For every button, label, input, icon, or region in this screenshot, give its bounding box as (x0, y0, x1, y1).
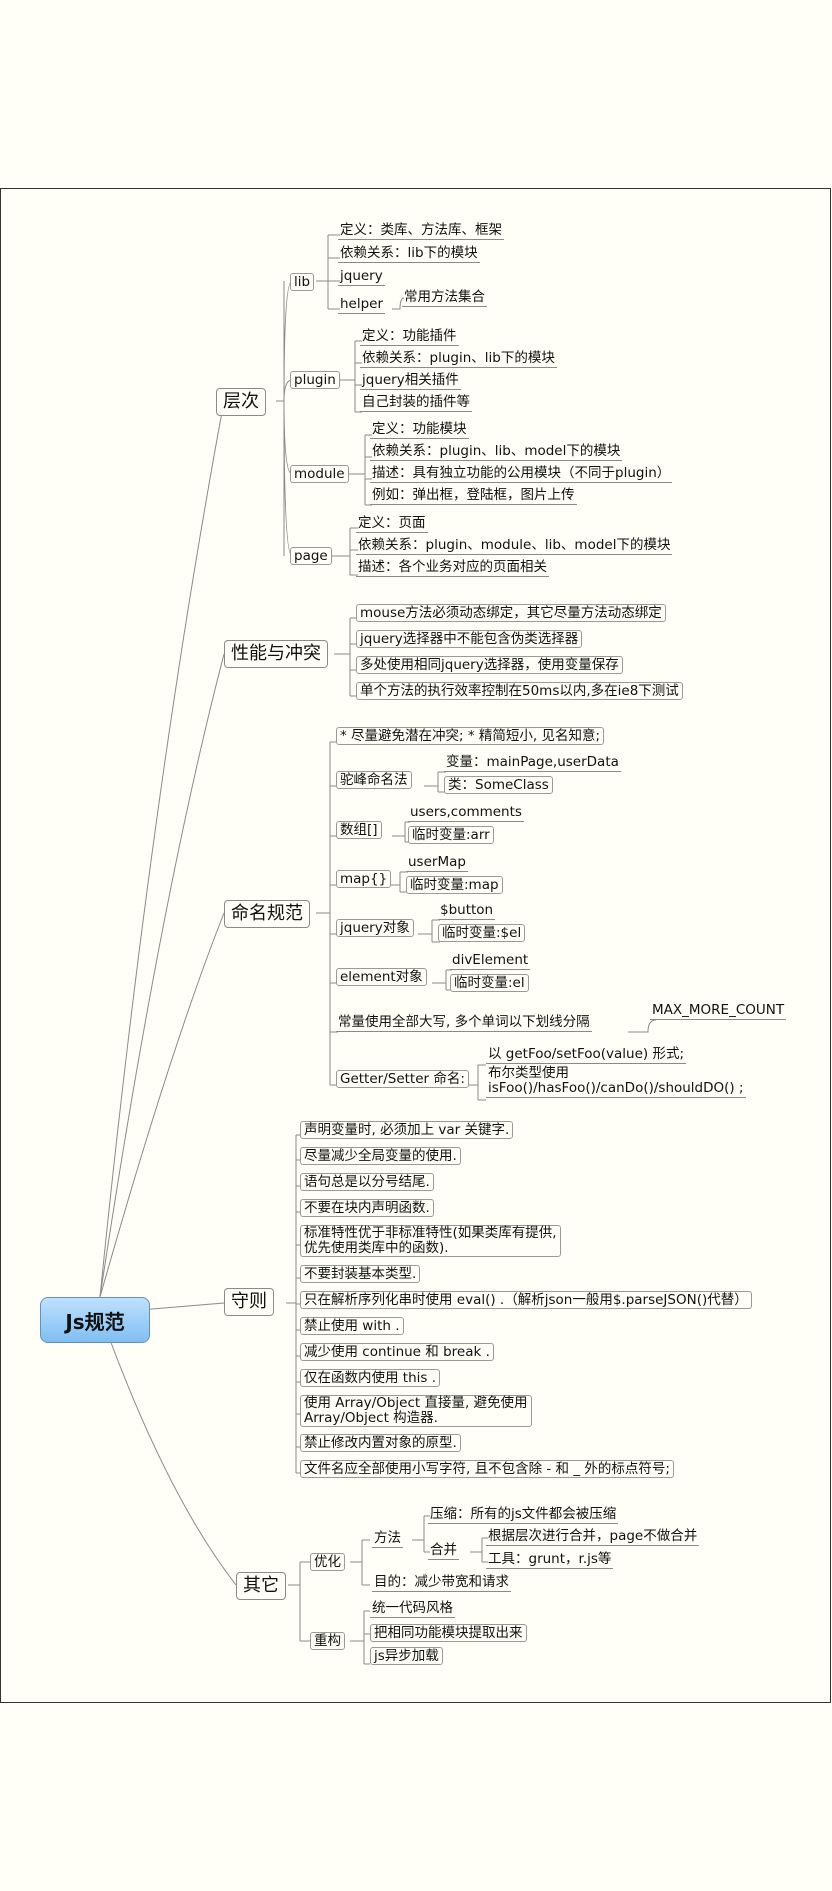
node-lib[interactable]: lib (290, 273, 315, 291)
youhua-item: 压缩：所有的js文件都会被压缩 (428, 1506, 619, 1524)
xingneng-item: mouse方法必须动态绑定，其它尽量方法动态绑定 (356, 604, 666, 622)
plugin-item: jquery相关插件 (360, 372, 461, 390)
chonggou-item: 统一代码风格 (370, 1600, 455, 1618)
naming-item-line: isFoo()/hasFoo()/canDo()/shouldDO() ; (488, 1080, 744, 1096)
page-item: 描述：各个业务对应的页面相关 (356, 559, 549, 577)
rule-item: 仅在函数内使用 this . (300, 1369, 441, 1387)
page-item: 定义：页面 (356, 515, 428, 533)
xingneng-item: 多处使用相同jquery选择器，使用变量保存 (356, 656, 623, 674)
module-item: 例如：弹出框，登陆框，图片上传 (370, 487, 577, 505)
naming-getter: Getter/Setter 命名: (336, 1070, 469, 1088)
page-item: 依赖关系：plugin、module、lib、model下的模块 (356, 537, 673, 555)
node-module[interactable]: module (290, 465, 349, 483)
naming-map: map{} (336, 870, 392, 888)
naming-element: element对象 (336, 968, 427, 986)
node-fangfa: 方法 (372, 1530, 403, 1548)
naming-item: 以 getFoo/setFoo(value) 形式; (486, 1046, 686, 1064)
lib-item: 定义：类库、方法库、框架 (338, 222, 504, 240)
naming-item: 临时变量:map (406, 876, 503, 894)
lib-item: 常用方法集合 (402, 289, 487, 307)
naming-item: 临时变量:$el (438, 924, 526, 942)
chonggou-item: js异步加载 (370, 1647, 443, 1665)
rule-line: 使用 Array/Object 直接量, 避免使用 (304, 1395, 528, 1411)
youhua-item: 根据层次进行合并，page不做合并 (486, 1528, 700, 1546)
node-chonggou[interactable]: 重构 (310, 1632, 345, 1650)
branch-mingming[interactable]: 命名规范 (224, 900, 310, 928)
plugin-item: 定义：功能插件 (360, 328, 459, 346)
rule-line: Array/Object 构造器. (304, 1410, 438, 1426)
naming-item: 临时变量:el (450, 974, 529, 992)
naming-item: MAX_MORE_COUNT (650, 1002, 787, 1020)
rule-item: 不要在块内声明函数. (300, 1199, 434, 1217)
rule-item: 尽量减少全局变量的使用. (300, 1147, 461, 1165)
youhua-item: 目的：减少带宽和请求 (372, 1574, 511, 1592)
naming-principle: * 尽量避免潜在冲突; * 精简短小, 见名知意; (336, 727, 605, 745)
naming-item: 临时变量:arr (408, 826, 494, 844)
naming-item: 类：SomeClass (444, 776, 553, 794)
module-item: 定义：功能模块 (370, 421, 469, 439)
rule-line: 优先使用类库中的函数). (304, 1240, 449, 1256)
naming-item: $button (438, 902, 496, 920)
branch-shouze[interactable]: 守则 (224, 1288, 274, 1316)
youhua-item: 合并 (428, 1542, 459, 1560)
rule-item: 语句总是以分号结尾. (300, 1173, 434, 1191)
branch-cengci[interactable]: 层次 (216, 388, 266, 416)
rule-item: 声明变量时, 必须加上 var 关键字. (300, 1121, 514, 1139)
naming-item: divElement (450, 952, 531, 970)
naming-camel: 驼峰命名法 (336, 771, 412, 789)
xingneng-item: 单个方法的执行效率控制在50ms以内,多在ie8下测试 (356, 682, 683, 700)
rule-item: 减少使用 continue 和 break . (300, 1343, 494, 1361)
module-item: 依赖关系：plugin、lib、model下的模块 (370, 443, 623, 461)
xingneng-item: jquery选择器中不能包含伪类选择器 (356, 630, 583, 648)
rule-item: 只在解析序列化串时使用 eval() .（解析json一般用$.parseJSO… (300, 1291, 752, 1309)
node-youhua[interactable]: 优化 (310, 1553, 345, 1571)
naming-item: 变量：mainPage,userData (444, 754, 621, 772)
naming-array: 数组[] (336, 821, 382, 839)
module-item: 描述：具有独立功能的公用模块（不同于plugin） (370, 465, 673, 483)
rule-item: 使用 Array/Object 直接量, 避免使用 Array/Object 构造… (300, 1395, 532, 1427)
rule-item: 禁止修改内置对象的原型. (300, 1434, 461, 1452)
chonggou-item: 把相同功能模块提取出来 (370, 1624, 527, 1642)
naming-constant: 常量使用全部大写, 多个单词以下划线分隔 (336, 1014, 592, 1032)
naming-item: userMap (406, 854, 468, 872)
rule-item: 不要封装基本类型. (300, 1265, 421, 1283)
naming-item: users,comments (408, 804, 524, 822)
plugin-item: 自己封装的插件等 (360, 394, 472, 412)
plugin-item: 依赖关系：plugin、lib下的模块 (360, 350, 557, 368)
branch-xingneng[interactable]: 性能与冲突 (224, 640, 328, 668)
naming-item-line: 布尔类型使用 (488, 1065, 569, 1081)
lib-item: jquery (338, 268, 385, 286)
rule-item: 文件名应全部使用小写字符, 且不包含除 - 和 _ 外的标点符号; (300, 1460, 674, 1478)
rule-line: 标准特性优于非标准特性(如果类库有提供, (304, 1225, 557, 1241)
lib-item: 依赖关系：lib下的模块 (338, 245, 480, 263)
node-page[interactable]: page (290, 547, 332, 565)
naming-item: 布尔类型使用 isFoo()/hasFoo()/canDo()/shouldDO(… (486, 1066, 746, 1098)
root-node[interactable]: Js规范 (40, 1297, 150, 1343)
rule-item: 禁止使用 with . (300, 1317, 404, 1335)
node-plugin[interactable]: plugin (290, 371, 340, 389)
rule-item: 标准特性优于非标准特性(如果类库有提供, 优先使用类库中的函数). (300, 1225, 561, 1257)
branch-qita[interactable]: 其它 (236, 1572, 286, 1600)
naming-jquery: jquery对象 (336, 919, 414, 937)
youhua-item: 工具：grunt，r.js等 (486, 1551, 614, 1569)
root-label: Js规范 (65, 1309, 125, 1334)
lib-item: helper (338, 296, 386, 314)
